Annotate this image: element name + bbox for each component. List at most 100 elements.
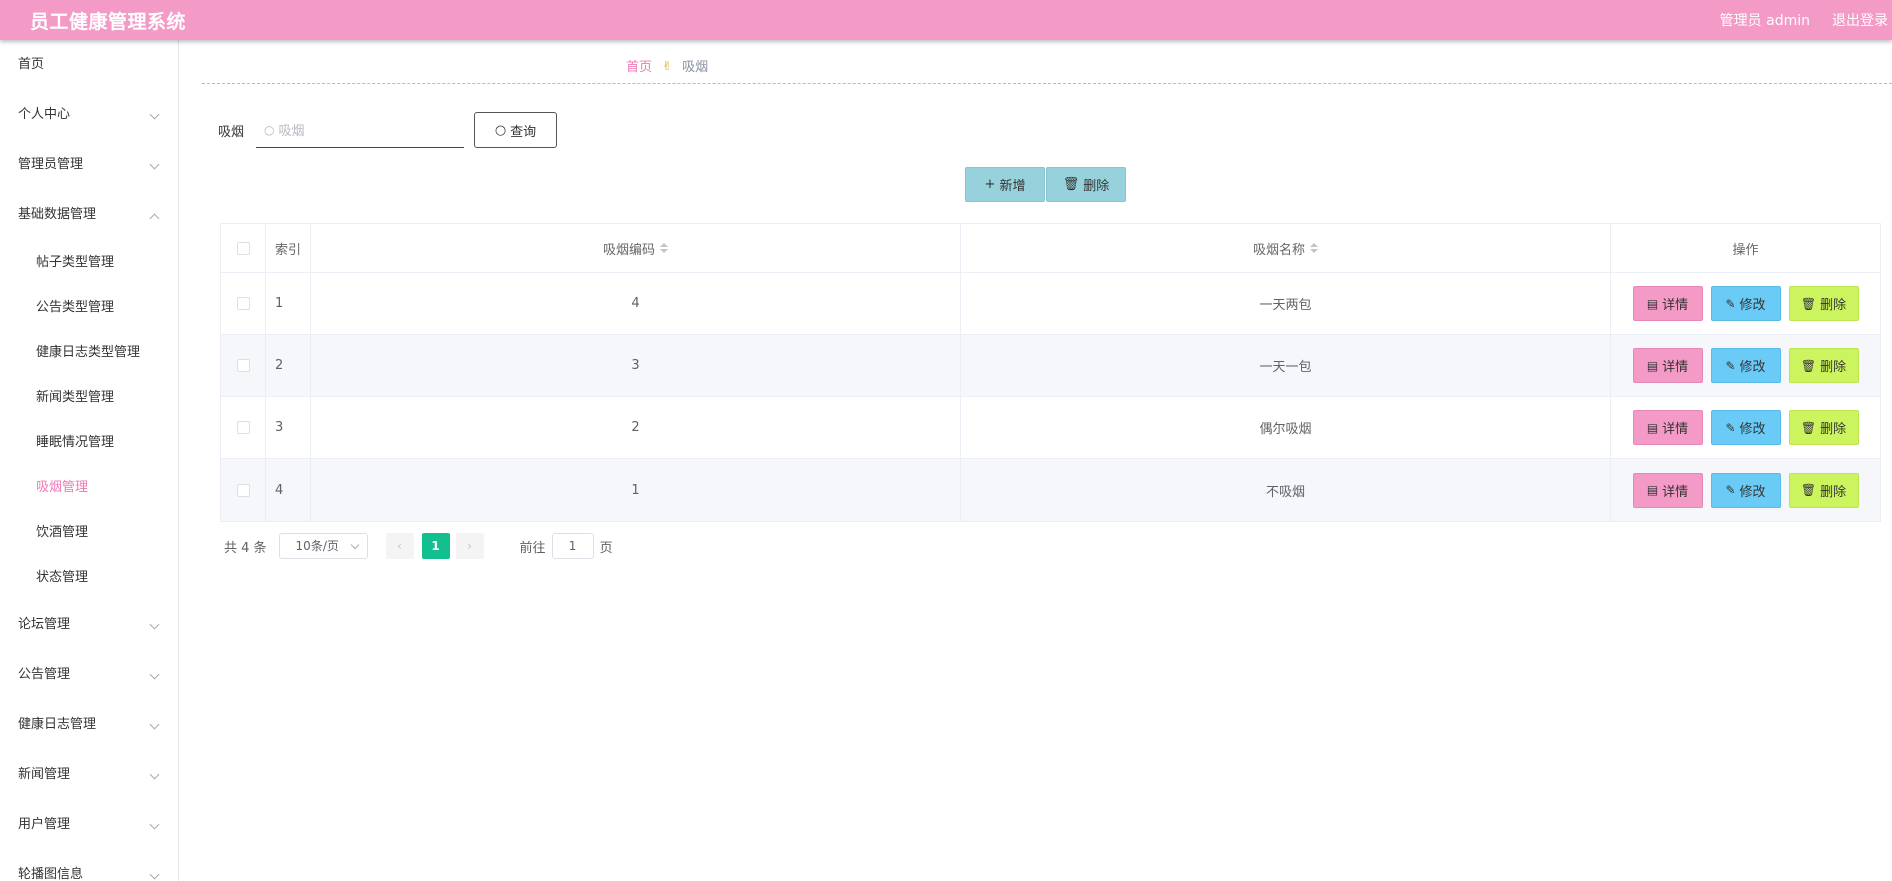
smoking-table: 索引 吸烟编码 吸烟名称 操作 1 4 一天两包 ▤详情 ✎修改 🗑删除 [220,223,1881,522]
chevron-down-icon [149,669,160,680]
sidebar-item-news[interactable]: 新闻管理 [0,750,178,800]
cell-index: 1 [266,273,311,334]
search-input[interactable]: ○ 吸烟 [256,112,465,148]
detail-button[interactable]: ▤ 详情 [1632,348,1703,383]
sidebar-item-label: 健康日志管理 [18,717,97,732]
trash-icon: 🗑 [1800,358,1817,373]
select-all-checkbox[interactable] [236,241,250,255]
sidebar-subitem-news-type[interactable]: 新闻类型管理 [0,375,178,420]
sidebar-item-basic-data[interactable]: 基础数据管理 [0,190,178,240]
chevron-right-icon: › [467,539,472,553]
search-bar: 吸烟 ○ 吸烟 ○ 查询 [218,112,558,148]
sidebar-subitem-drinking[interactable]: 饮酒管理 [0,510,178,555]
trash-icon: 🗑 [1800,296,1817,311]
sidebar-item-admin[interactable]: 管理员管理 [0,140,178,190]
main-content: 首页 ✌ 吸烟 吸烟 ○ 吸烟 ○ 查询 + 新增 🗑 删除 索引 吸烟编码 吸… [180,40,1892,881]
cell-code: 2 [311,397,961,458]
sidebar-subitem-status[interactable]: 状态管理 [0,555,178,600]
chevron-down-icon [149,159,160,170]
breadcrumb-current: 吸烟 [682,60,709,75]
delete-button[interactable]: 🗑 删除 [1788,348,1859,383]
sidebar-item-label: 轮播图信息 [18,867,84,881]
column-header-name[interactable]: 吸烟名称 [961,224,1611,272]
sidebar-item-health-log[interactable]: 健康日志管理 [0,700,178,750]
row-checkbox[interactable] [236,483,250,497]
page-number-current[interactable]: 1 [421,533,450,559]
query-button[interactable]: ○ 查询 [474,112,558,148]
batch-delete-button[interactable]: 🗑 删除 [1046,167,1126,202]
add-button[interactable]: + 新增 [965,167,1045,202]
delete-label: 删除 [1820,298,1847,313]
next-page-button[interactable]: › [455,533,484,559]
search-label: 吸烟 [218,124,245,140]
edit-button[interactable]: ✎ 修改 [1710,348,1781,383]
pencil-icon: ✎ [1725,420,1736,435]
sidebar-item-forum[interactable]: 论坛管理 [0,600,178,650]
table-row: 1 4 一天两包 ▤ 详情 ✎ 修改 🗑 删除 [221,273,1880,335]
breadcrumb-home[interactable]: 首页 [626,56,652,75]
add-button-label: 新增 [999,179,1026,194]
cell-code: 4 [311,273,961,334]
chevron-left-icon: ‹ [397,539,402,553]
page-size-select[interactable]: 10条/页 [278,533,368,559]
cell-code: 1 [311,459,961,521]
sort-icon[interactable] [660,243,668,253]
column-header-index: 索引 [266,224,311,272]
sidebar-subitem-sleep[interactable]: 睡眠情况管理 [0,420,178,465]
hand-icon: ✌ [662,58,673,73]
delete-button[interactable]: 🗑 删除 [1788,410,1859,445]
row-checkbox[interactable] [236,297,250,310]
sidebar-item-label: 基础数据管理 [18,207,97,222]
chevron-down-icon [149,109,160,120]
sidebar-subitem-notice-type[interactable]: 公告类型管理 [0,285,178,330]
edit-button[interactable]: ✎ 修改 [1710,410,1781,445]
chevron-down-icon [149,619,160,630]
detail-button[interactable]: ▤ 详情 [1632,410,1703,445]
document-icon: ▤ [1646,420,1659,435]
delete-label: 删除 [1820,422,1847,437]
sort-icon[interactable] [1310,243,1318,253]
detail-button[interactable]: ▤ 详情 [1632,286,1703,321]
column-header-code[interactable]: 吸烟编码 [311,224,961,272]
column-header-name-label: 吸烟名称 [1252,242,1305,258]
delete-button[interactable]: 🗑 删除 [1788,472,1859,508]
row-checkbox[interactable] [236,421,250,434]
pagination: 共 4 条 10条/页 ‹ 1 › 前往 1 页 [224,533,613,559]
sidebar-item-personal[interactable]: 个人中心 [0,90,178,140]
delete-button[interactable]: 🗑 删除 [1788,286,1859,321]
page-suffix: 页 [599,540,613,556]
sidebar-item-carousel[interactable]: 轮播图信息 [0,850,178,881]
column-header-code-label: 吸烟编码 [602,242,655,258]
chevron-down-icon [149,819,160,830]
sidebar-subitem-post-type[interactable]: 帖子类型管理 [0,240,178,285]
logout-link[interactable]: 退出登录 [1832,10,1888,30]
detail-label: 详情 [1662,484,1689,500]
edit-button[interactable]: ✎ 修改 [1710,286,1781,321]
current-user: 管理员 admin [1719,13,1810,29]
trash-icon: 🗑 [1062,177,1080,192]
edit-label: 修改 [1739,298,1766,313]
sidebar-item-home[interactable]: 首页 [0,40,178,90]
detail-label: 详情 [1662,422,1689,437]
column-header-ops: 操作 [1732,242,1759,258]
prev-page-button[interactable]: ‹ [385,533,414,559]
pencil-icon: ✎ [1725,483,1736,497]
table-row: 3 2 偶尔吸烟 ▤ 详情 ✎ 修改 🗑 删除 [221,397,1880,459]
document-icon: ▤ [1646,296,1659,311]
sidebar-item-notice[interactable]: 公告管理 [0,650,178,700]
table-row: 4 1 不吸烟 ▤ 详情 ✎ 修改 🗑 删除 [221,459,1880,521]
sidebar-item-label: 新闻管理 [18,767,71,782]
batch-delete-label: 删除 [1083,179,1110,194]
sidebar-subitem-health-log-type[interactable]: 健康日志类型管理 [0,330,178,375]
detail-button[interactable]: ▤ 详情 [1632,472,1703,508]
row-checkbox[interactable] [236,359,250,372]
query-button-label: 查询 [510,124,537,140]
edit-button[interactable]: ✎ 修改 [1710,472,1781,508]
breadcrumb: 首页 ✌ 吸烟 [202,40,1892,84]
goto-page-input[interactable]: 1 [551,533,594,559]
sidebar-subitem-smoking[interactable]: 吸烟管理 [0,465,178,510]
edit-label: 修改 [1739,484,1766,500]
sidebar-item-users[interactable]: 用户管理 [0,800,178,850]
plus-icon: + [984,177,996,192]
pencil-icon: ✎ [1725,358,1736,373]
